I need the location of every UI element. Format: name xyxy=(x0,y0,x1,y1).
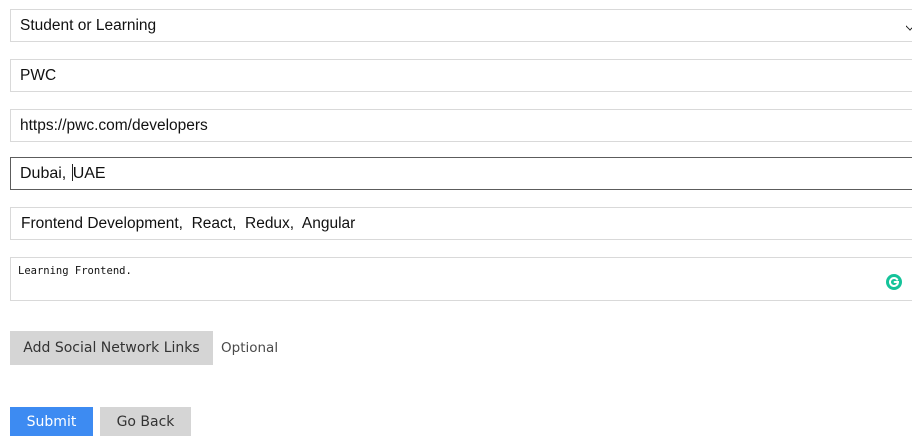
status-select[interactable]: Student or Learning xyxy=(10,9,912,42)
location-input-value-start: Dubai, xyxy=(20,164,71,182)
grammarly-icon[interactable] xyxy=(886,274,902,290)
company-input[interactable]: PWC xyxy=(10,59,912,92)
profile-form: Student or Learning PWC https://pwc.com/… xyxy=(0,0,912,436)
optional-label: Optional xyxy=(221,340,279,356)
location-input-value-end: UAE xyxy=(72,164,106,182)
website-input[interactable]: https://pwc.com/developers xyxy=(10,109,912,142)
chevron-down-icon xyxy=(906,21,912,31)
status-select-value: Student or Learning xyxy=(20,16,157,34)
website-input-value: https://pwc.com/developers xyxy=(20,116,208,134)
add-social-links-button[interactable]: Add Social Network Links xyxy=(10,331,213,365)
skills-input[interactable]: Frontend Development, React, Redux, Angu… xyxy=(10,207,912,240)
bio-textarea[interactable]: Learning Frontend. xyxy=(10,257,912,301)
skills-input-value: Frontend Development, React, Redux, Angu… xyxy=(21,214,356,232)
location-input[interactable]: Dubai, UAE xyxy=(10,157,912,190)
company-input-value: PWC xyxy=(20,66,57,84)
go-back-button[interactable]: Go Back xyxy=(100,407,191,436)
submit-button[interactable]: Submit xyxy=(10,407,93,436)
bio-textarea-value: Learning Frontend. xyxy=(18,265,132,277)
